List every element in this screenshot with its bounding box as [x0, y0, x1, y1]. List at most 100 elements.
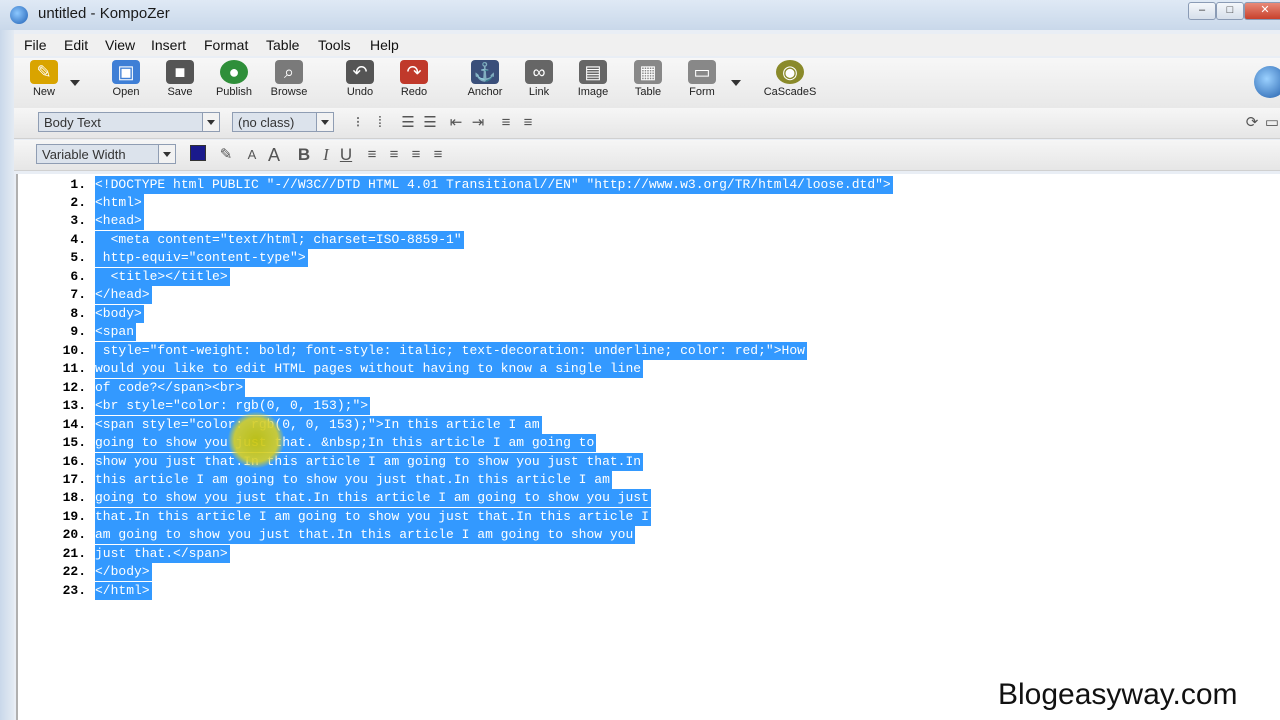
menu-edit[interactable]: Edit — [64, 37, 88, 53]
paragraph-style-select[interactable]: Body Text — [38, 112, 220, 132]
maximize-button[interactable]: □ — [1216, 2, 1244, 20]
code-line: 12. of code?</span><br> — [18, 379, 1118, 397]
window-left-edge — [0, 30, 14, 720]
line-number: 22. — [62, 564, 86, 579]
save-button[interactable]: ■ Save — [150, 60, 210, 106]
code-line: 16. show you just that.In this article I … — [18, 453, 1118, 471]
code-text[interactable]: <html> — [95, 194, 144, 212]
highlight-pencil-icon[interactable]: ✎ — [216, 145, 236, 165]
code-text[interactable]: http-equiv="content-type"> — [95, 249, 308, 267]
menu-tools[interactable]: Tools — [318, 37, 351, 53]
form-label: Form — [689, 86, 715, 98]
code-text[interactable]: <meta content="text/html; charset=ISO-88… — [95, 231, 464, 249]
list-icon[interactable]: ☰ — [398, 113, 418, 133]
align-justify-icon[interactable]: ≡ — [428, 145, 448, 165]
chevron-down-icon — [158, 145, 175, 163]
open-button[interactable]: ▣ Open — [96, 60, 156, 106]
code-line: 7. </head> — [18, 286, 1118, 304]
outdent-icon[interactable]: ⇤ — [446, 113, 466, 133]
browse-button[interactable]: ⌕ Browse — [259, 60, 319, 106]
code-text[interactable]: style="font-weight: bold; font-style: it… — [95, 342, 807, 360]
font-smaller-icon[interactable]: A — [242, 145, 262, 165]
code-text[interactable]: <!DOCTYPE html PUBLIC "-//W3C//DTD HTML … — [95, 176, 893, 194]
menu-format[interactable]: Format — [204, 37, 248, 53]
align-center-icon[interactable]: ≡ — [384, 145, 404, 165]
code-text[interactable]: would you like to edit HTML pages withou… — [95, 360, 644, 378]
bullet-list-icon[interactable]: ⁝ — [348, 113, 368, 133]
floppy-icon: ■ — [166, 60, 194, 84]
undo-button[interactable]: ↶ Undo — [330, 60, 390, 106]
text-color-swatch[interactable] — [190, 145, 206, 161]
panel-icon[interactable]: ▭ — [1262, 113, 1280, 133]
sidebar-toggle-icon[interactable]: ⟳ — [1242, 113, 1262, 133]
numbered-list-icon[interactable]: ⁞ — [370, 113, 390, 133]
code-text[interactable]: <body> — [95, 305, 144, 323]
anchor-button[interactable]: ⚓ Anchor — [455, 60, 515, 106]
italic-icon[interactable]: I — [316, 145, 336, 165]
code-text[interactable]: going to show you just that. &nbsp;In th… — [95, 434, 597, 452]
align-left-icon[interactable]: ≡ — [362, 145, 382, 165]
block-icon[interactable]: ≡ — [496, 113, 516, 133]
code-text[interactable]: that.In this article I am going to show … — [95, 508, 651, 526]
link-button[interactable]: ∞ Link — [509, 60, 569, 106]
kompozer-app-icon — [10, 6, 28, 24]
close-button[interactable]: ✕ — [1244, 2, 1280, 20]
code-text[interactable]: am going to show you just that.In this a… — [95, 526, 636, 544]
link-label: Link — [528, 86, 550, 98]
code-text[interactable]: </body> — [95, 563, 152, 581]
magnifier-icon: ⌕ — [275, 60, 303, 84]
mouse-cursor-highlight — [228, 412, 284, 468]
code-text[interactable]: of code?</span><br> — [95, 379, 246, 397]
code-line: 17. this article I am going to show you j… — [18, 471, 1118, 489]
menu-view[interactable]: View — [105, 37, 135, 53]
line-number: 21. — [62, 546, 86, 561]
new-button[interactable]: ✎ New — [14, 60, 74, 106]
block-alt-icon[interactable]: ≡ — [518, 113, 538, 133]
menu-help[interactable]: Help — [370, 37, 399, 53]
code-text[interactable]: show you just that.In this article I am … — [95, 453, 644, 471]
code-text[interactable]: this article I am going to show you just… — [95, 471, 612, 489]
code-text[interactable]: <head> — [95, 212, 144, 230]
class-select[interactable]: (no class) — [232, 112, 334, 132]
code-line: 6. <title></title> — [18, 268, 1118, 286]
line-number: 10. — [62, 343, 86, 358]
window-title: untitled - KompoZer — [38, 5, 170, 22]
menu-file[interactable]: File — [24, 37, 47, 53]
redo-button[interactable]: ↷ Redo — [384, 60, 444, 106]
list-alt-icon[interactable]: ☰ — [420, 113, 440, 133]
code-text[interactable]: <title></title> — [95, 268, 230, 286]
open-label: Open — [112, 86, 140, 98]
menu-table[interactable]: Table — [266, 37, 299, 53]
code-text[interactable]: <span style="color: rgb(0, 0, 153);">In … — [95, 416, 542, 434]
code-text[interactable]: just that.</span> — [95, 545, 230, 563]
code-text[interactable]: <br style="color: rgb(0, 0, 153);"> — [95, 397, 371, 415]
bold-icon[interactable]: B — [294, 145, 314, 165]
code-text[interactable]: </head> — [95, 286, 152, 304]
pencil-icon: ✎ — [30, 60, 58, 84]
align-right-icon[interactable]: ≡ — [406, 145, 426, 165]
publish-button[interactable]: ● Publish — [204, 60, 264, 106]
line-number: 6. — [70, 269, 86, 284]
code-text[interactable]: <span — [95, 323, 137, 341]
form-dropdown-icon[interactable] — [731, 80, 741, 86]
source-editor[interactable]: 1. <!DOCTYPE html PUBLIC "-//W3C//DTD HTM… — [16, 174, 1280, 720]
code-text[interactable]: going to show you just that.In this arti… — [95, 489, 651, 507]
line-number: 11. — [62, 361, 86, 376]
code-text[interactable]: </html> — [95, 582, 152, 600]
font-select[interactable]: Variable Width — [36, 144, 176, 164]
menu-insert[interactable]: Insert — [151, 37, 186, 53]
form-icon: ▭ — [688, 60, 716, 84]
indent-icon[interactable]: ⇥ — [468, 113, 488, 133]
underline-icon[interactable]: U — [336, 145, 356, 165]
line-number: 5. — [70, 250, 86, 265]
publish-label: Publish — [215, 86, 253, 98]
line-number: 8. — [70, 306, 86, 321]
image-button[interactable]: ▤ Image — [563, 60, 623, 106]
cascades-button[interactable]: ◉ CaScadeS — [760, 60, 820, 106]
new-dropdown-icon[interactable] — [70, 80, 80, 86]
font-larger-icon[interactable]: A — [264, 145, 284, 165]
minimize-button[interactable]: – — [1188, 2, 1216, 20]
table-button[interactable]: ▦ Table — [618, 60, 678, 106]
form-button[interactable]: ▭ Form — [672, 60, 732, 106]
code-line: 8. <body> — [18, 305, 1118, 323]
